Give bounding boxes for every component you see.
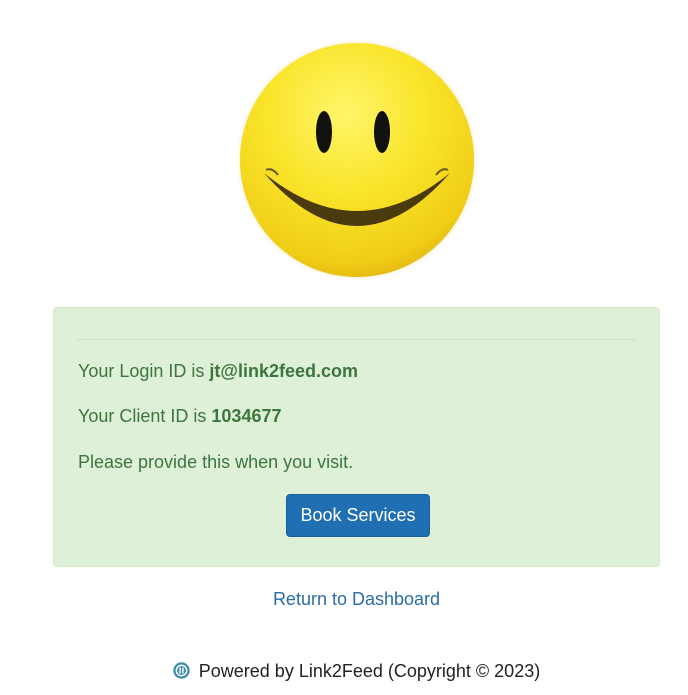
footer-text: Powered by Link2Feed (Copyright © 2023) bbox=[198, 661, 541, 681]
login-id-line: Your Login ID is jt@link2feed.com bbox=[78, 360, 358, 382]
client-id-prefix: Your Client ID is bbox=[78, 406, 212, 426]
book-services-button[interactable]: Book Services bbox=[286, 494, 430, 537]
login-id-prefix: Your Login ID is bbox=[78, 361, 210, 381]
smiley-face-icon bbox=[236, 39, 478, 281]
page: Your Login ID is jt@link2feed.com Your C… bbox=[0, 0, 688, 695]
link2feed-logo-icon bbox=[173, 662, 190, 679]
return-to-dashboard-link[interactable]: Return to Dashboard bbox=[0, 588, 688, 610]
client-id-value: 1034677 bbox=[211, 406, 282, 426]
panel-divider bbox=[77, 339, 636, 340]
confirmation-panel: Your Login ID is jt@link2feed.com Your C… bbox=[53, 307, 660, 567]
login-id-value: jt@link2feed.com bbox=[209, 361, 359, 381]
client-id-line: Your Client ID is 1034677 bbox=[78, 405, 281, 427]
visit-instruction: Please provide this when you visit. bbox=[78, 452, 354, 472]
footer: Powered by Link2Feed (Copyright © 2023) bbox=[0, 660, 688, 682]
